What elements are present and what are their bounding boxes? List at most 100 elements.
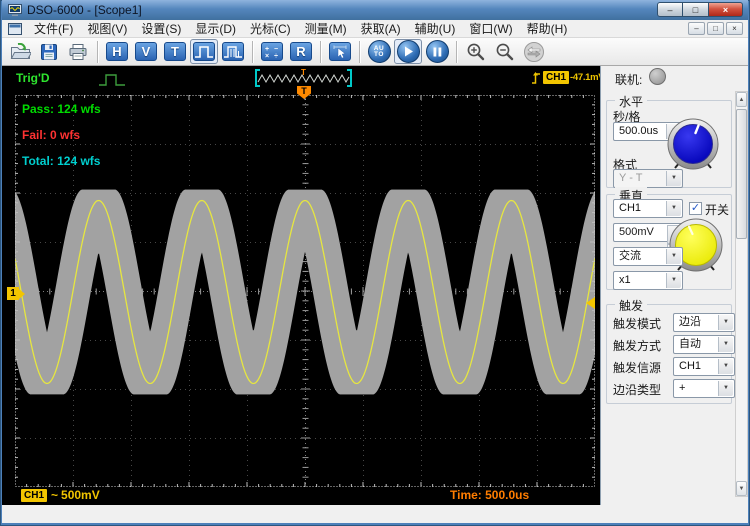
app-icon [8,4,22,16]
dropdown-arrow-icon[interactable]: ▼ [666,171,681,186]
menu-file[interactable]: 文件(F) [27,19,80,38]
channel1-marker[interactable]: 1 [7,287,19,300]
vertical-setup-button[interactable]: V [132,39,160,64]
trigger-mode-label: 触发模式 [613,315,661,332]
dropdown-arrow-icon[interactable]: ▼ [718,381,733,396]
scrollbar-thumb[interactable] [736,109,747,239]
trigger-level-marker[interactable] [586,297,595,309]
toolbar-separator [320,41,322,63]
pass-fail-button[interactable] [190,39,218,64]
vertical-knob[interactable] [667,216,725,276]
zoom-in-button[interactable] [462,39,490,64]
time-per-div: Time: 500.0us [450,488,529,502]
menu-help[interactable]: 帮助(H) [520,19,575,38]
dropdown-arrow-icon[interactable]: ▼ [718,359,733,374]
trigger-mode-select[interactable]: 边沿 ▼ [673,313,735,332]
trigger-sweep-select[interactable]: 自动 ▼ [673,335,735,354]
trigger-source-value: CH1 [679,360,701,372]
dropdown-arrow-icon[interactable]: ▼ [666,273,681,288]
trigger-mode-value: 边沿 [679,316,701,328]
mdi-restore-button[interactable]: □ [707,22,724,35]
horizontal-knob[interactable] [665,116,721,174]
trigger-sweep-value: 自动 [679,338,701,350]
content-area: Trig'D T CH1 -47.1mV [2,66,748,505]
pan-waveform-button[interactable] [520,39,548,64]
coupling-select[interactable]: 交流 ▼ [613,247,683,266]
stop-button[interactable] [423,39,451,64]
probe-select[interactable]: x1 ▼ [613,271,683,290]
trigger-sweep-label: 触发方式 [613,337,661,354]
trigger-edge-icon [531,71,543,86]
trigger-source-label: 触发信源 [613,359,661,376]
edge-type-value: + [679,382,685,394]
toolbar-separator [456,41,458,63]
scroll-down-icon[interactable]: ▼ [736,481,747,496]
save-button[interactable] [35,39,63,64]
pass-count: Pass: 124 wfs [22,102,101,116]
svg-text:+: + [265,46,269,53]
edge-type-select[interactable]: + ▼ [673,379,735,398]
dropdown-arrow-icon[interactable]: ▼ [718,315,733,330]
minimize-button[interactable]: – [657,2,683,17]
menu-measure[interactable]: 测量(M) [298,19,354,38]
zoom-out-icon [495,42,515,62]
panel-scrollbar[interactable]: ▲ ▼ [735,91,748,497]
control-panel: 联机: 水平 秒/格 500.0us ▼ [600,66,748,505]
trigger-status: Trig'D [16,71,50,85]
mdi-close-button[interactable]: × [726,22,743,35]
horizontal-swap-icon [523,41,545,63]
toolbar: H V T [2,38,748,66]
pulse-icon [194,44,214,60]
svg-text:−: − [274,46,278,53]
waveform-record-button[interactable] [219,39,247,64]
math-button[interactable]: + − × ÷ [258,39,286,64]
maximize-button[interactable]: □ [683,2,709,17]
volts-value: 500mV [619,226,654,238]
channel-badge: CH1 [21,489,47,502]
trigger-group-title: 触发 [615,297,647,314]
r-letter: R [290,42,312,61]
coupling-value: 交流 [619,250,641,262]
pulse-lines-icon [223,44,243,60]
graticule [15,95,595,487]
menu-view[interactable]: 视图(V) [80,19,134,38]
pause-icon [433,47,442,57]
format-value: Y - T [619,172,642,184]
menu-settings[interactable]: 设置(S) [134,19,188,38]
channel-readout: CH1 ~ 500mV [21,488,100,502]
channel-value: CH1 [619,202,641,214]
toolbar-separator [359,41,361,63]
channel-on-checkbox[interactable]: ✓ [689,202,702,215]
zoom-out-button[interactable] [491,39,519,64]
menu-window[interactable]: 窗口(W) [462,19,519,38]
cursor-button[interactable] [326,39,354,64]
h-letter: H [106,42,128,61]
dropdown-arrow-icon[interactable]: ▼ [718,337,733,352]
menu-cursor[interactable]: 光标(C) [243,19,298,38]
scope-window-icon [8,23,22,35]
menubar: 文件(F) 视图(V) 设置(S) 显示(D) 光标(C) 测量(M) 获取(A… [2,20,748,38]
trigger-pulse-icon [98,73,126,88]
open-button[interactable] [6,39,34,64]
mdi-minimize-button[interactable]: – [688,22,705,35]
reference-button[interactable]: R [287,39,315,64]
dropdown-arrow-icon[interactable]: ▼ [666,249,681,264]
menu-display[interactable]: 显示(D) [188,19,243,38]
waveform-preview-bar[interactable]: T [255,69,352,87]
dropdown-arrow-icon[interactable]: ▼ [666,201,681,216]
trigger-source-select[interactable]: CH1 ▼ [673,357,735,376]
close-button[interactable]: × [709,2,743,17]
scroll-up-icon[interactable]: ▲ [736,92,747,107]
run-button[interactable] [394,39,422,64]
autoset-button[interactable]: AUTO [365,39,393,64]
horizontal-setup-button[interactable]: H [103,39,131,64]
trigger-setup-button[interactable]: T [161,39,189,64]
trigger-channel-badge: CH1 [543,71,569,84]
menu-acquire[interactable]: 获取(A) [354,19,408,38]
app-window: DSO-6000 - [Scope1] – □ × 文件(F) 视图(V) 设置… [0,0,750,526]
edge-type-label: 边沿类型 [613,381,661,398]
menu-utility[interactable]: 辅助(U) [408,19,463,38]
format-select[interactable]: Y - T ▼ [613,169,683,188]
online-indicator [649,68,666,85]
print-button[interactable] [64,39,92,64]
